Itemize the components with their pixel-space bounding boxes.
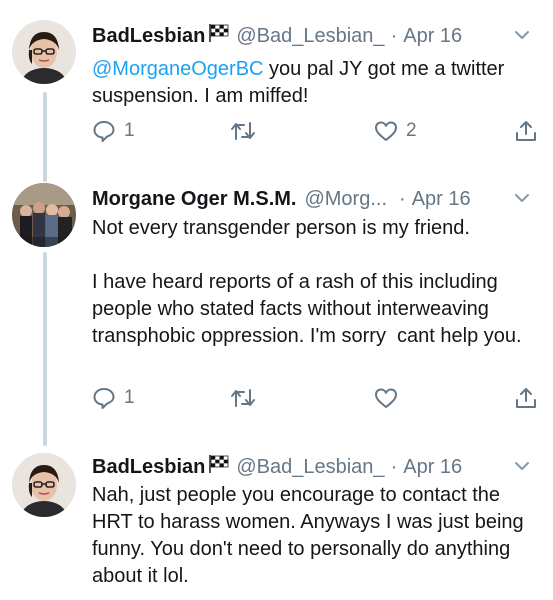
user-handle[interactable]: @Bad_Lesbian_ xyxy=(236,456,384,479)
avatar[interactable] xyxy=(12,183,76,247)
share-button[interactable] xyxy=(514,119,538,143)
tweet-timestamp[interactable]: Apr 16 xyxy=(403,25,462,48)
tweet-text: @MorganeOgerBC you pal JY got me a twitt… xyxy=(92,56,535,110)
checkered-flag-icon xyxy=(208,23,230,49)
reply-count: 1 xyxy=(124,387,135,408)
chevron-down-icon[interactable] xyxy=(513,189,531,213)
retweet-button[interactable] xyxy=(230,119,264,143)
mention-link[interactable]: @MorganeOgerBC xyxy=(92,58,263,80)
user-handle[interactable]: @Bad_Lesbian_ xyxy=(236,25,384,48)
tweet-text: Not every transgender person is my frien… xyxy=(92,217,522,347)
reply-button[interactable]: 1 xyxy=(92,386,135,410)
separator-dot: · xyxy=(390,24,398,47)
reply-button[interactable]: 1 xyxy=(92,119,135,143)
like-button[interactable]: 2 xyxy=(374,119,417,143)
tweet-header: Morgane Oger M.S.M. @Morg... · Apr 16 xyxy=(92,185,541,213)
share-button[interactable] xyxy=(514,386,538,410)
tweet[interactable]: BadLesbian @Bad_Lesbian_ · Apr 16 Nah, j… xyxy=(0,445,553,600)
like-count: 2 xyxy=(406,120,417,141)
tweet-actions: 1 xyxy=(92,386,542,412)
reply-icon xyxy=(93,121,115,142)
tweet-text: Nah, just people you encourage to contac… xyxy=(92,484,530,587)
heart-icon xyxy=(375,388,397,408)
user-handle[interactable]: @Morg... xyxy=(304,188,387,211)
separator-dot: · xyxy=(399,187,406,210)
share-icon xyxy=(516,121,536,141)
reply-icon xyxy=(93,388,115,409)
display-name[interactable]: BadLesbian xyxy=(92,25,205,48)
tweet[interactable]: BadLesbian @Bad_Lesbian_ · Apr 16 @Morga… xyxy=(0,0,553,175)
heart-icon xyxy=(375,121,397,141)
chevron-down-icon[interactable] xyxy=(513,457,531,481)
tweet[interactable]: Morgane Oger M.S.M. @Morg... · Apr 16 No… xyxy=(0,175,553,445)
tweet-timestamp[interactable]: Apr 16 xyxy=(403,456,462,479)
reply-count: 1 xyxy=(124,120,135,141)
avatar[interactable] xyxy=(12,20,76,84)
retweet-button[interactable] xyxy=(230,386,264,410)
share-icon xyxy=(516,388,536,408)
tweet-header: BadLesbian @Bad_Lesbian_ · Apr 16 xyxy=(92,22,541,50)
retweet-icon xyxy=(231,389,255,407)
tweet-actions: 1 2 xyxy=(92,119,542,145)
like-button[interactable] xyxy=(374,386,406,410)
tweet-timestamp[interactable]: Apr 16 xyxy=(412,188,471,211)
tweet-header: BadLesbian @Bad_Lesbian_ · Apr 16 xyxy=(92,453,541,481)
chevron-down-icon[interactable] xyxy=(513,26,531,50)
display-name[interactable]: Morgane Oger M.S.M. xyxy=(92,188,296,211)
retweet-icon xyxy=(231,122,255,140)
display-name[interactable]: BadLesbian xyxy=(92,456,205,479)
separator-dot: · xyxy=(390,455,398,478)
checkered-flag-icon xyxy=(208,454,230,480)
avatar[interactable] xyxy=(12,453,76,517)
